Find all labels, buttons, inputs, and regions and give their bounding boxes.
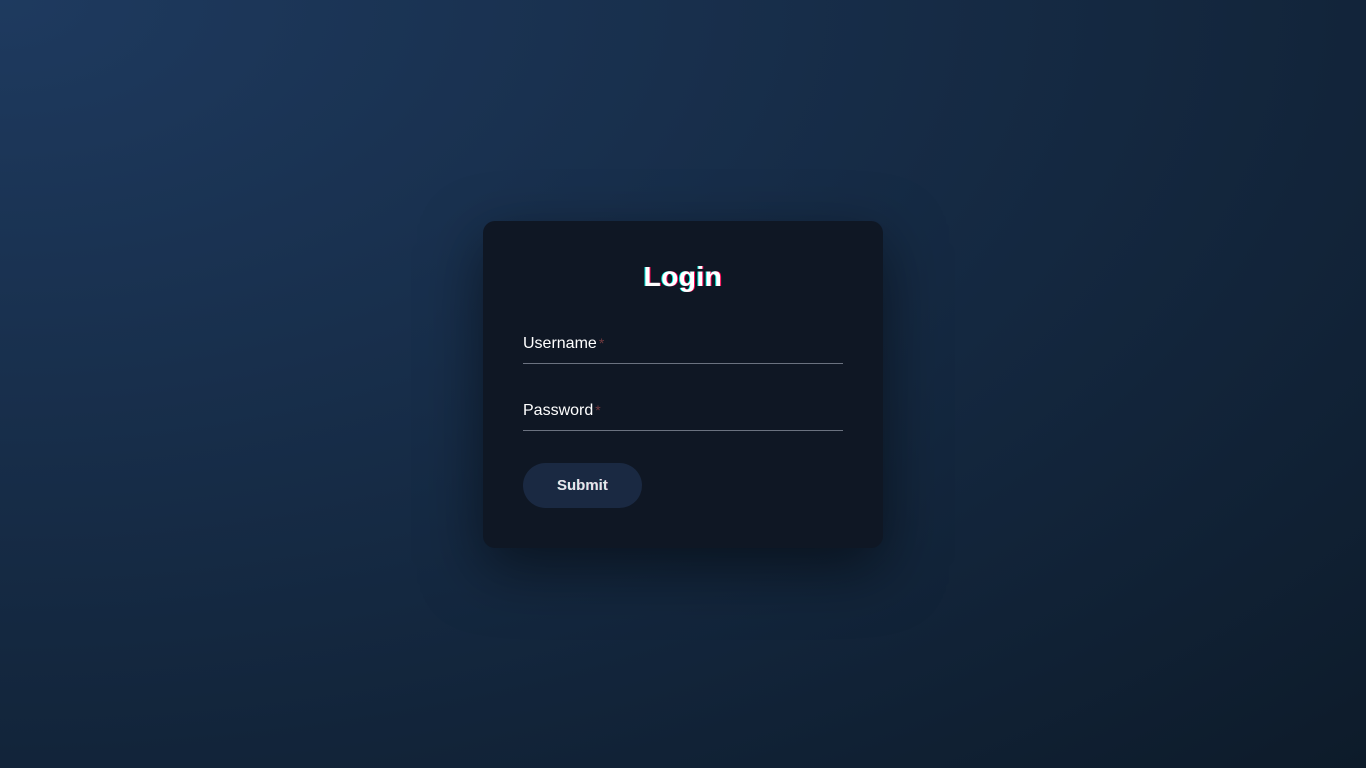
submit-button[interactable]: Submit (523, 463, 642, 508)
username-group: Username* (523, 329, 843, 364)
login-card: Login Username* Password* Submit (483, 221, 883, 548)
password-input[interactable] (523, 396, 843, 431)
login-title: Login (523, 261, 843, 293)
login-form: Username* Password* Submit (523, 329, 843, 508)
username-input[interactable] (523, 329, 843, 364)
password-group: Password* (523, 396, 843, 431)
